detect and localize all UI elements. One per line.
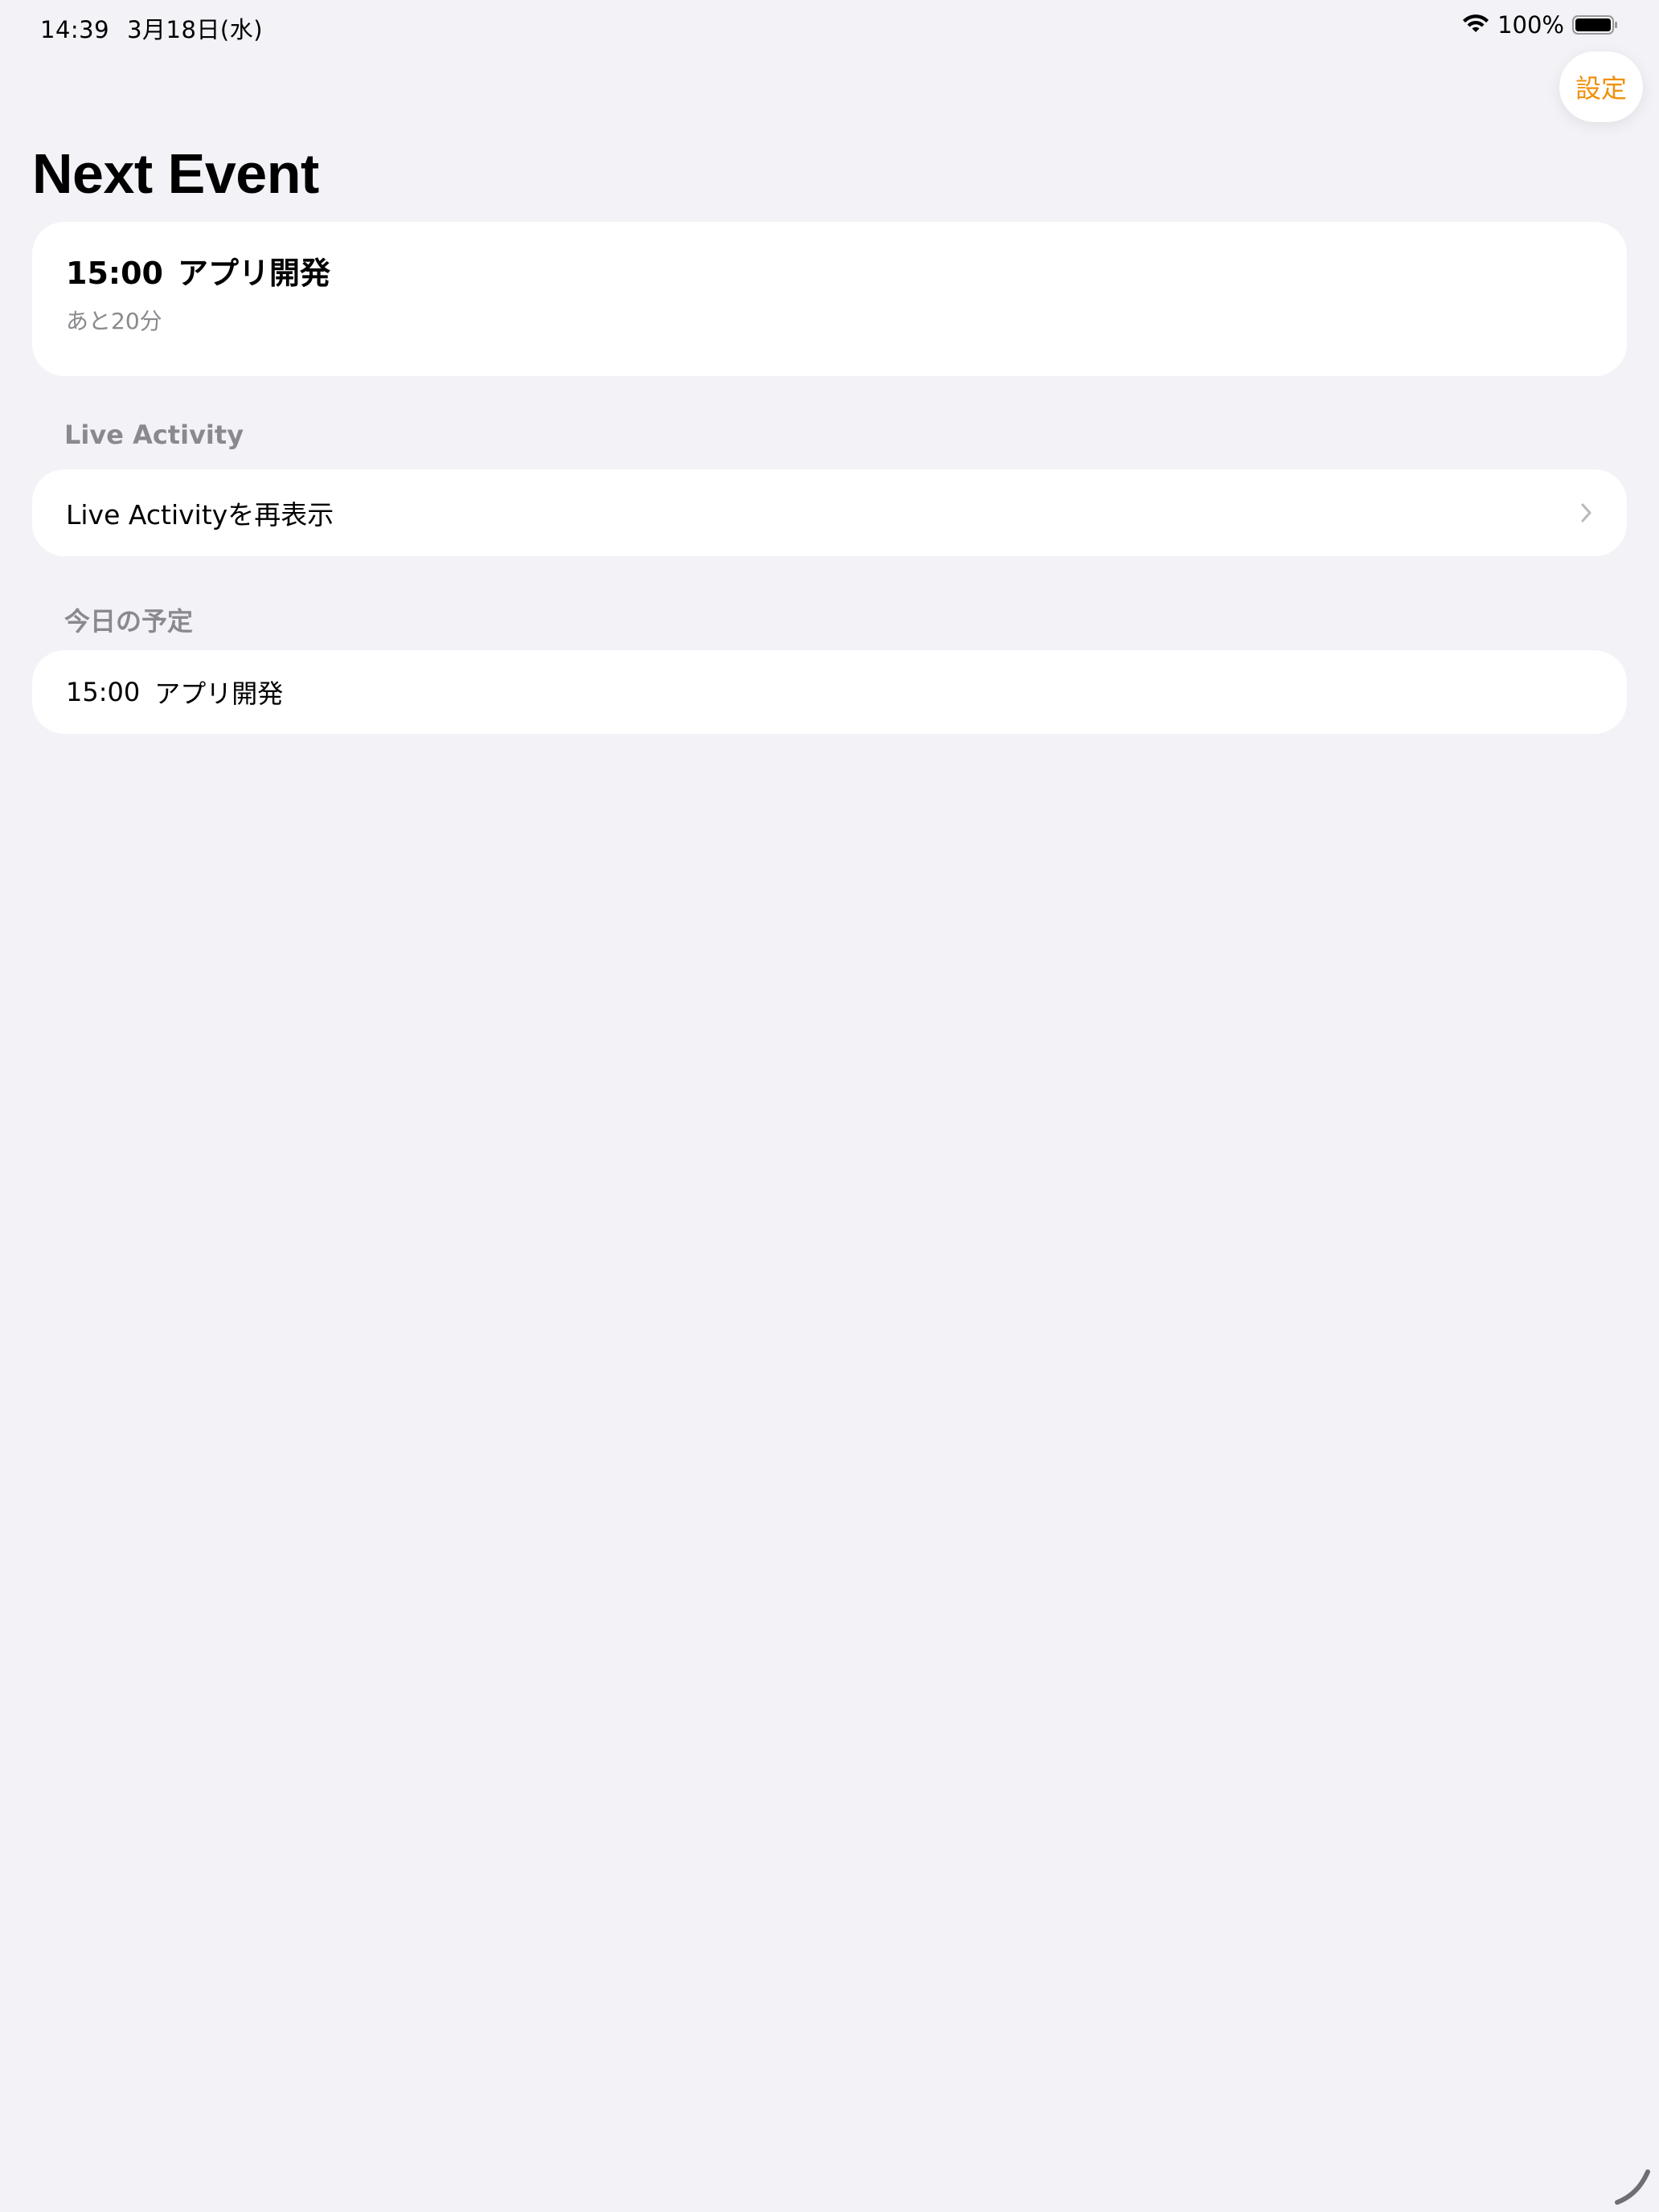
redisplay-live-activity-label: Live Activityを再表示 xyxy=(66,499,334,530)
page-title: Next Event xyxy=(32,142,319,205)
status-bar: 14:39 3月18日(水) 100% xyxy=(0,0,1659,51)
status-indicators: 100% xyxy=(1462,11,1619,39)
next-event-heading: 15:00 アプリ開発 xyxy=(66,256,1627,291)
resize-handle-icon[interactable] xyxy=(1614,2167,1654,2210)
wifi-icon xyxy=(1462,14,1489,35)
next-event-remaining: あと20分 xyxy=(66,307,162,334)
chevron-right-icon xyxy=(1580,502,1593,524)
today-event-time: 15:00 xyxy=(66,677,141,707)
battery-icon xyxy=(1572,14,1619,35)
next-event-time: 15:00 xyxy=(66,256,163,291)
status-date: 3月18日(水) xyxy=(127,16,264,43)
section-header-live-activity: Live Activity xyxy=(64,420,244,450)
settings-button[interactable]: 設定 xyxy=(1559,51,1643,122)
next-event-title: アプリ開発 xyxy=(177,256,330,291)
next-event-card: 15:00 アプリ開発 あと20分 xyxy=(32,222,1627,376)
today-event-row[interactable]: 15:00 アプリ開発 xyxy=(32,650,1627,734)
battery-percentage: 100% xyxy=(1497,11,1564,39)
redisplay-live-activity-row[interactable]: Live Activityを再表示 xyxy=(32,469,1627,556)
status-time-date: 14:39 3月18日(水) xyxy=(40,11,263,45)
today-event-title: アプリ開発 xyxy=(154,678,284,709)
status-time: 14:39 xyxy=(40,16,110,43)
section-header-today: 今日の予定 xyxy=(64,606,194,637)
